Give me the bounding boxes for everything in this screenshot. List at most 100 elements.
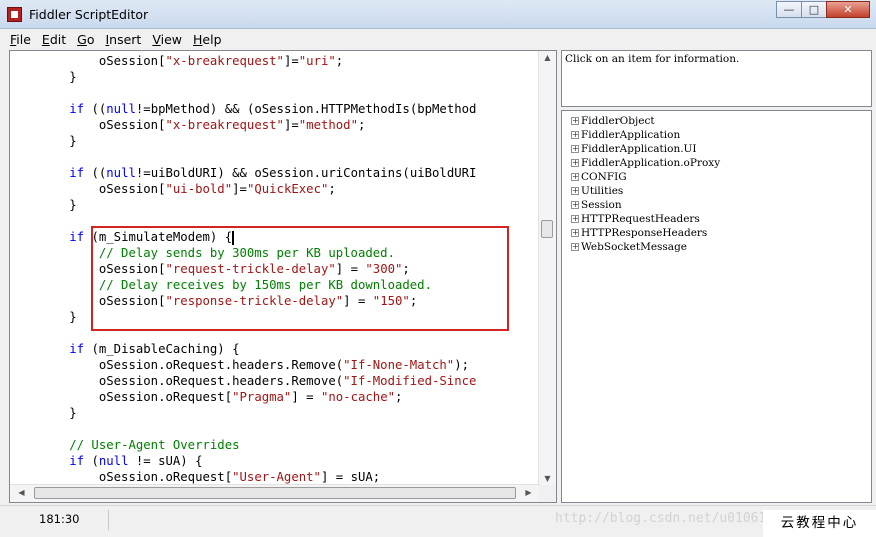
tree-item[interactable]: + Utilities [571,184,623,198]
expand-plus-icon[interactable]: + [571,159,579,167]
expand-plus-icon[interactable]: + [571,187,579,195]
code-line: } [10,133,77,149]
code-line: } [10,309,77,325]
horizontal-scroll-thumb[interactable] [34,487,516,499]
info-text: Click on an item for information. [565,53,740,65]
tree-item[interactable]: + WebSocketMessage [571,240,687,254]
expand-plus-icon[interactable]: + [571,117,579,125]
menu-help[interactable]: Help [193,32,222,47]
code-token: ]= [283,118,299,132]
tree-item-label: HTTPRequestHeaders [581,213,700,225]
watermark-badge: 云教程中心 [763,510,876,537]
code-token: oSession.oRequest[ [10,390,233,404]
code-line: oSession["x-breakrequest"]="uri"; [10,53,343,69]
code-token: "If-Modified-Since [343,374,477,388]
code-token: (m_DisableCaching) { [84,342,240,356]
vertical-scrollbar[interactable]: ▲ ▼ [538,51,556,485]
menu-edit[interactable]: Edit [42,32,66,47]
tree-item[interactable]: + CONFIG [571,170,627,184]
code-line: oSession["ui-bold"]="QuickExec"; [10,181,336,197]
code-token: if [69,102,85,116]
code-token: ]= [232,182,247,196]
tree-item-label: FiddlerApplication.oProxy [581,157,721,169]
scrollbar-corner [539,485,556,502]
code-token: "If-None-Match" [343,358,455,372]
code-token: !=bpMethod) && (oSession.HTTPMethodIs(bp… [135,102,477,116]
close-button[interactable]: ✕ [826,1,870,18]
code-token: !=uiBoldURI) && oSession.uriContains(uiB… [135,166,477,180]
code-token: } [10,310,77,324]
tree-item[interactable]: + FiddlerApplication.oProxy [571,156,720,170]
code-token: // User-Agent Overrides [10,438,240,452]
tree-item[interactable]: + FiddlerApplication.UI [571,142,697,156]
script-editor[interactable]: oSession["x-breakrequest"]="uri"; } if (… [9,50,557,503]
code-token: } [10,70,77,84]
menu-view[interactable]: View [152,32,182,47]
scroll-right-icon[interactable]: ▶ [521,488,536,497]
expand-plus-icon[interactable]: + [571,243,579,251]
tree-item-label: WebSocketMessage [581,241,687,253]
code-token: ]= [283,54,299,68]
expand-plus-icon[interactable]: + [571,173,579,181]
code-token: "x-breakrequest" [165,118,284,132]
scroll-left-icon[interactable]: ◀ [14,488,29,497]
code-token: oSession.oRequest.headers.Remove( [10,358,344,372]
code-token: oSession[ [10,54,166,68]
code-line: } [10,405,76,421]
menu-insert[interactable]: Insert [105,32,141,47]
maximize-button[interactable]: □ [801,1,827,18]
code-line: oSession.oRequest.headers.Remove("If-Non… [10,357,469,373]
scroll-down-icon[interactable]: ▼ [540,474,555,483]
menu-file[interactable]: File [10,32,31,47]
expand-plus-icon[interactable]: + [571,201,579,209]
code-token: null [106,166,136,180]
scroll-up-icon[interactable]: ▲ [540,53,555,62]
code-token: oSession.oRequest[ [10,470,233,484]
code-token: if [69,166,85,180]
minimize-button[interactable]: — [776,1,802,18]
code-token: } [10,134,77,148]
app-icon [7,7,22,22]
tree-item[interactable]: + HTTPRequestHeaders [571,212,700,226]
tree-item-label: FiddlerApplication.UI [581,143,697,155]
code-token: null [98,454,129,468]
code-line: if (null != sUA) { [10,453,203,469]
expand-plus-icon[interactable]: + [571,145,579,153]
tree-item[interactable]: + Session [571,198,622,212]
tree-item[interactable]: + FiddlerApplication [571,128,680,142]
status-divider [108,510,109,530]
code-token: ; [395,390,403,404]
code-token: null [106,102,136,116]
code-token: ] = [291,390,321,404]
expand-plus-icon[interactable]: + [571,215,579,223]
code-token: ( [84,454,99,468]
menu-go[interactable]: Go [77,32,94,47]
code-token: ; [328,182,336,196]
horizontal-scrollbar[interactable]: ◀ ▶ [10,484,540,502]
expand-plus-icon[interactable]: + [571,131,579,139]
code-token: "x-breakrequest" [165,54,284,68]
code-token: "method" [298,118,358,132]
code-line: } [10,197,76,213]
vertical-scroll-thumb[interactable] [541,220,553,238]
code-token: oSession[ [10,118,166,132]
code-token: "QuickExec" [246,182,329,196]
code-token: oSession[ [10,182,166,196]
class-tree[interactable]: + FiddlerObject + FiddlerApplication + Fiddle… [561,110,872,503]
tree-item[interactable]: + HTTPResponseHeaders [571,226,707,240]
tree-item-label: HTTPResponseHeaders [581,227,708,239]
code-token: != sUA) { [128,454,203,468]
code-token: oSession.oRequest.headers.Remove( [10,374,344,388]
code-token: if [69,454,85,468]
expand-plus-icon[interactable]: + [571,229,579,237]
code-token: ; [335,54,344,68]
code-line: // User-Agent Overrides [10,437,240,453]
code-line: oSession.oRequest["User-Agent"] = sUA; [10,469,380,485]
code-line: oSession["x-breakrequest"]="method"; [10,117,366,133]
tree-item-label: Utilities [581,185,624,197]
tree-item[interactable]: + FiddlerObject [571,114,655,128]
